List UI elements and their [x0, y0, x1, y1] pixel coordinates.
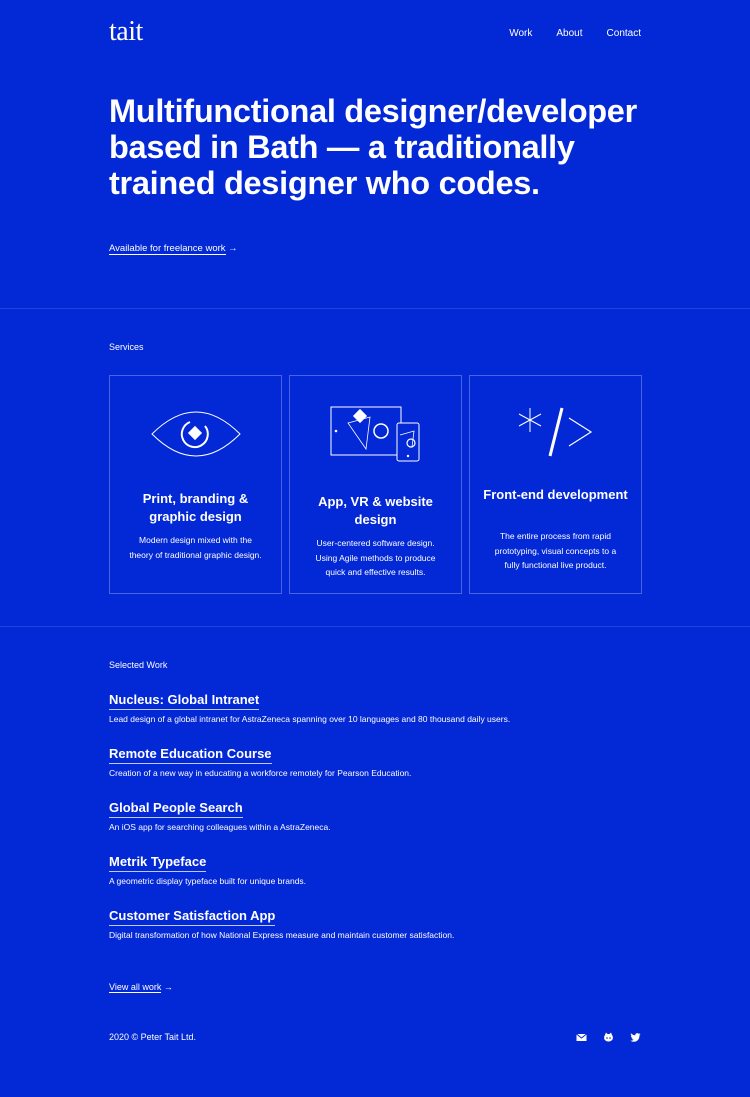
divider [0, 626, 750, 627]
logo[interactable]: tait [109, 16, 143, 48]
twitter-icon[interactable] [630, 1030, 641, 1042]
selected-work-heading: Selected Work [109, 660, 168, 670]
view-all-work-label: View all work [109, 982, 162, 993]
work-item: Remote Education Course Creation of a ne… [109, 745, 649, 799]
work-item-title-link[interactable]: Customer Satisfaction App [109, 907, 276, 926]
copyright: 2020 © Peter Tait Ltd. [109, 1032, 197, 1042]
main-nav: Work About Contact [509, 27, 641, 41]
work-item-title-link[interactable]: Nucleus: Global Intranet [109, 691, 260, 710]
code-icon [518, 407, 592, 457]
work-item: Nucleus: Global Intranet Lead design of … [109, 691, 649, 745]
nav-about[interactable]: About [556, 27, 582, 41]
work-item: Global People Search An iOS app for sear… [109, 799, 649, 853]
social-links [576, 1030, 641, 1042]
devices-icon [330, 406, 419, 462]
freelance-link-label: Available for freelance work [109, 243, 226, 255]
service-card-frontend: Front-end development The entire process… [469, 375, 642, 594]
work-item: Metrik Typeface A geometric display type… [109, 853, 649, 907]
work-item-title-link[interactable]: Metrik Typeface [109, 853, 207, 872]
work-item: Customer Satisfaction App Digital transf… [109, 907, 649, 961]
service-card-app: App, VR & website design User-centered s… [289, 375, 462, 594]
service-description: User-centered software design. Using Agi… [315, 538, 436, 577]
work-item-description: Creation of a new way in educating a wor… [109, 768, 412, 778]
work-item-description: Lead design of a global intranet for Ast… [109, 714, 511, 724]
work-item-description: An iOS app for searching colleagues with… [109, 822, 331, 832]
service-title: Print, branding & graphic design [142, 491, 249, 524]
nav-work[interactable]: Work [509, 27, 532, 41]
services-list: Print, branding & graphic design Modern … [109, 375, 642, 594]
arrow-right-icon: → [228, 243, 238, 254]
services-heading: Services [109, 342, 144, 352]
work-item-description: A geometric display typeface built for u… [109, 876, 307, 886]
mail-icon[interactable] [576, 1030, 587, 1041]
work-item-title-link[interactable]: Remote Education Course [109, 745, 272, 764]
service-description: Modern design mixed with the theory of t… [129, 535, 262, 560]
view-all-work-link[interactable]: View all work → [109, 981, 173, 994]
service-description: The entire process from rapid prototypin… [494, 531, 617, 570]
github-icon[interactable] [603, 1030, 614, 1042]
eye-icon [150, 411, 241, 457]
arrow-right-icon: → [163, 982, 173, 992]
divider [0, 308, 750, 309]
service-title: Front-end development [483, 487, 628, 502]
freelance-link[interactable]: Available for freelance work → [109, 242, 238, 255]
work-item-description: Digital transformation of how National E… [109, 930, 455, 940]
service-title: App, VR & website design [318, 494, 433, 527]
nav-contact[interactable]: Contact [607, 27, 641, 41]
service-card-print: Print, branding & graphic design Modern … [109, 375, 282, 594]
hero-headline: Multifunctional designer/developer based… [109, 93, 637, 201]
work-item-title-link[interactable]: Global People Search [109, 799, 243, 818]
work-list: Nucleus: Global Intranet Lead design of … [109, 691, 649, 961]
